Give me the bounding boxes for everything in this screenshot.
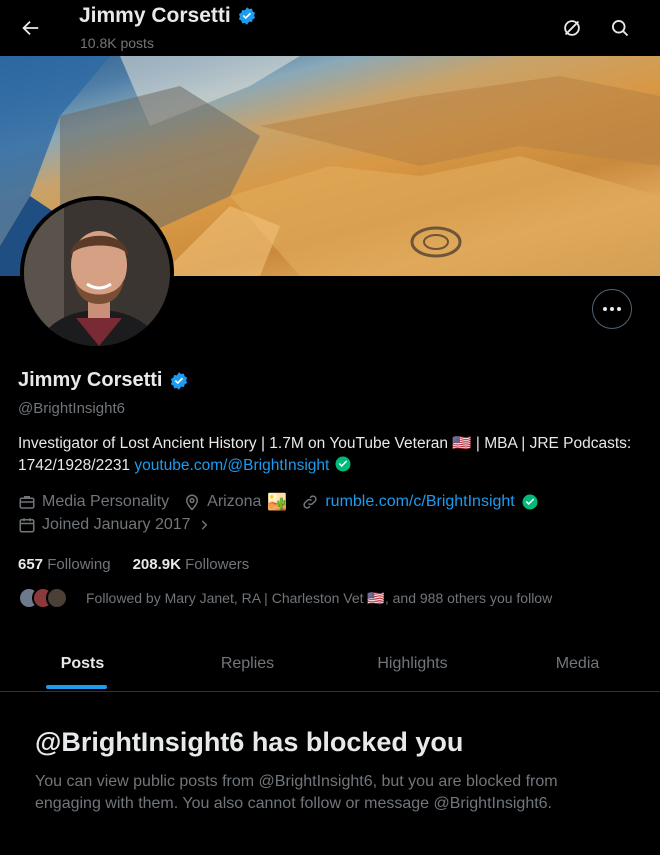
- category-label: Media Personality: [42, 493, 170, 510]
- tab-posts[interactable]: Posts: [0, 636, 165, 691]
- grok-icon: [564, 20, 580, 36]
- tab-media[interactable]: Media: [495, 636, 660, 691]
- avatar-photo-image: [24, 200, 170, 346]
- more-dot: [617, 307, 621, 311]
- followers-count[interactable]: 208.9K Followers: [133, 556, 250, 573]
- follow-counts: 657 Following 208.9K Followers: [18, 556, 249, 573]
- desert-emoji: 🏜️: [267, 494, 288, 511]
- chevron-right-icon: [201, 520, 207, 530]
- following-label: Following: [47, 556, 111, 573]
- more-dot: [610, 307, 614, 311]
- profile-tabs: Posts Replies Highlights Media: [0, 636, 660, 692]
- header-name: Jimmy Corsetti: [79, 4, 231, 27]
- profile-meta-row: Media Personality Arizona 🏜️ rumble.com/…: [18, 492, 553, 512]
- location-label: Arizona: [207, 493, 262, 510]
- profile-handle: @BrightInsight6: [18, 400, 125, 417]
- profile-bio: Investigator of Lost Ancient History | 1…: [18, 433, 638, 477]
- joined-row[interactable]: Joined January 2017: [18, 516, 225, 534]
- blocked-title: @BrightInsight6 has blocked you: [35, 727, 464, 757]
- more-options-button[interactable]: [592, 289, 632, 329]
- location-pin-icon: [186, 494, 199, 511]
- active-tab-indicator: [46, 685, 107, 689]
- followed-by-row[interactable]: Followed by Mary Janet, RA | Charleston …: [18, 587, 552, 609]
- following-value: 657: [18, 556, 44, 573]
- briefcase-icon: [19, 496, 35, 509]
- search-button[interactable]: [600, 8, 640, 48]
- verified-badge-icon[interactable]: [169, 371, 189, 391]
- followers-label: Followers: [185, 556, 250, 573]
- follower-avatars: [18, 587, 68, 609]
- tab-replies[interactable]: Replies: [165, 636, 330, 691]
- tab-highlights[interactable]: Highlights: [330, 636, 495, 691]
- profile-name-row: Jimmy Corsetti: [18, 369, 189, 392]
- link-verified-icon: [334, 455, 352, 473]
- link-icon: [303, 495, 317, 509]
- verified-badge-icon: [238, 7, 255, 25]
- blocked-description: You can view public posts from @BrightIn…: [35, 773, 558, 812]
- grok-button[interactable]: [552, 8, 592, 48]
- website-link[interactable]: rumble.com/c/BrightInsight: [325, 493, 514, 511]
- followers-value: 208.9K: [132, 556, 181, 573]
- more-dot: [603, 307, 607, 311]
- top-header: Jimmy Corsetti 10.8K posts: [0, 0, 660, 56]
- joined-item[interactable]: Joined January 2017: [18, 516, 211, 534]
- profile-avatar[interactable]: [20, 196, 174, 350]
- followed-by-text: Followed by Mary Janet, RA | Charleston …: [86, 589, 553, 606]
- arrow-left-icon: [22, 20, 39, 36]
- category-item: Media Personality: [18, 493, 169, 511]
- search-icon: [612, 20, 629, 37]
- back-button[interactable]: [10, 8, 50, 48]
- profile-name: Jimmy Corsetti: [18, 369, 163, 391]
- mini-avatar: [46, 587, 68, 609]
- header-title: Jimmy Corsetti: [79, 4, 257, 28]
- joined-label: Joined January 2017: [42, 516, 191, 533]
- location-item: Arizona 🏜️: [183, 492, 287, 512]
- link-verified-icon: [522, 494, 538, 510]
- website-item[interactable]: rumble.com/c/BrightInsight: [301, 493, 538, 511]
- calendar-icon: [19, 518, 35, 533]
- following-count[interactable]: 657 Following: [18, 556, 111, 573]
- bio-link[interactable]: youtube.com/@BrightInsight: [134, 457, 329, 474]
- header-posts-count: 10.8K posts: [80, 35, 154, 51]
